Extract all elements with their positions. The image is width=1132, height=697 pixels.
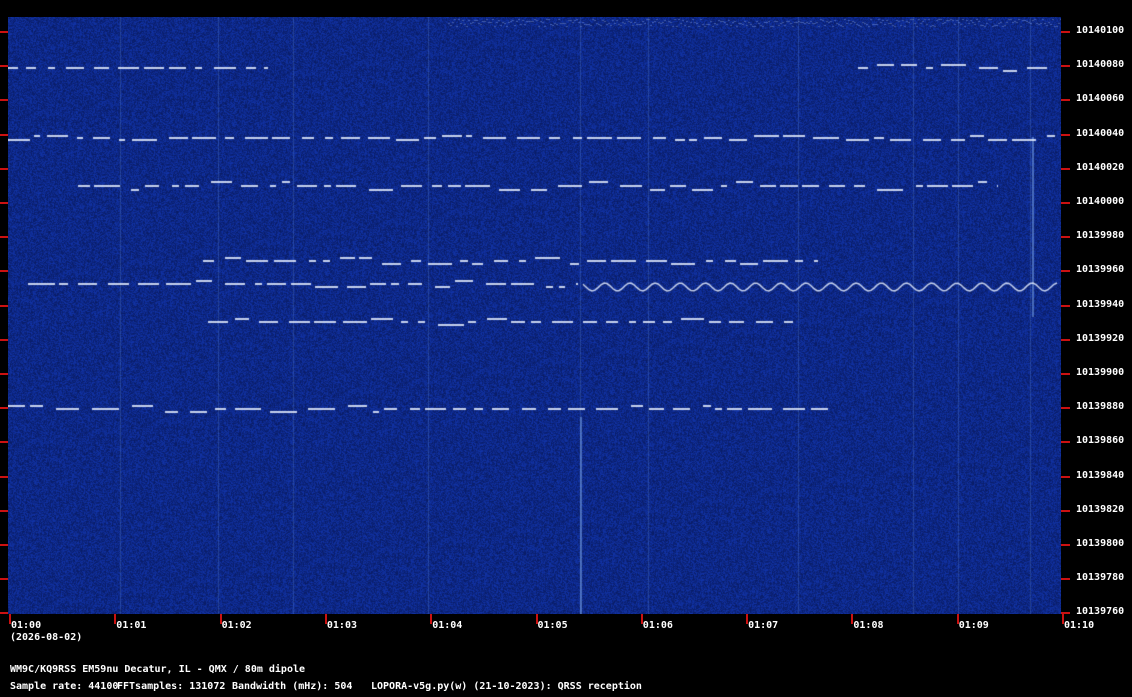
- frequency-tick-left: [0, 544, 8, 546]
- frequency-tick-right: [1061, 133, 1070, 136]
- time-label: 01:00: [11, 620, 42, 631]
- frequency-tick-right: [1061, 270, 1070, 273]
- frequency-tick-right: [1061, 236, 1070, 239]
- frequency-tick-left: [0, 133, 8, 136]
- frequency-label: 10140000: [1076, 196, 1125, 207]
- frequency-tick-left: [0, 441, 8, 444]
- frequency-tick-left: [0, 304, 8, 307]
- frequency-label: 10139960: [1076, 264, 1125, 276]
- frequency-tick-left: [0, 338, 8, 341]
- frequency-label: 10139860: [1076, 435, 1125, 447]
- sample-rate: Sample rate: 44100: [10, 681, 119, 692]
- time-label: 01:05: [537, 620, 568, 631]
- station-info: WM9C/KQ9RSS EM59nu Decatur, IL - QMX / 8…: [10, 664, 306, 675]
- frequency-tick-right: [1061, 407, 1070, 410]
- software-info: LOPORA-v5g.py(w) (21-10-2023): QRSS rece…: [371, 681, 642, 692]
- frequency-tick-left: [0, 65, 8, 68]
- frequency-tick-right: [1061, 373, 1070, 375]
- frequency-label: 10139840: [1076, 469, 1125, 481]
- frequency-tick-right: [1061, 475, 1070, 478]
- frequency-tick-right: [1061, 202, 1070, 204]
- frequency-label: 10139940: [1076, 298, 1125, 310]
- frequency-tick-left: [0, 612, 8, 615]
- frequency-label: 10140080: [1076, 59, 1125, 71]
- frequency-tick-left: [0, 407, 8, 410]
- frequency-tick-left: [0, 99, 8, 102]
- frequency-tick-left: [0, 270, 8, 273]
- frequency-tick-right: [1061, 509, 1070, 512]
- frequency-tick-left: [0, 475, 8, 478]
- frequency-tick-right: [1061, 31, 1070, 33]
- time-label: 01:06: [642, 620, 673, 631]
- time-label: 01:04: [432, 620, 463, 631]
- time-label: 01:01: [116, 620, 147, 631]
- frequency-tick-right: [1061, 578, 1070, 581]
- frequency-label: 10140040: [1076, 127, 1125, 139]
- frequency-label: 10140020: [1076, 161, 1125, 173]
- frequency-label: 10139900: [1076, 367, 1125, 378]
- frequency-tick-left: [0, 236, 8, 239]
- frequency-label: 10139920: [1076, 332, 1125, 344]
- time-label: 01:10: [1064, 620, 1095, 631]
- frequency-tick-left: [0, 373, 8, 375]
- frequency-label: 10140060: [1076, 93, 1125, 105]
- date-label: (2026-08-02): [10, 632, 83, 643]
- frequency-tick-left: [0, 509, 8, 512]
- time-label: 01:03: [326, 620, 357, 631]
- frequency-label: 10140100: [1076, 25, 1125, 36]
- frequency-tick-right: [1061, 544, 1070, 546]
- frequency-label: 10139800: [1076, 538, 1125, 549]
- bandwidth: Bandwidth (mHz): 504: [232, 681, 353, 692]
- waterfall-display[interactable]: [8, 17, 1061, 614]
- frequency-label: 10139980: [1076, 230, 1125, 242]
- frequency-tick-right: [1061, 441, 1070, 444]
- frequency-label: 10139780: [1076, 572, 1125, 584]
- frequency-tick-left: [0, 202, 8, 204]
- time-label: 01:08: [853, 620, 884, 631]
- frequency-tick-right: [1061, 65, 1070, 68]
- frequency-tick-left: [0, 578, 8, 581]
- frequency-tick-right: [1061, 99, 1070, 102]
- frequency-tick-right: [1061, 304, 1070, 307]
- fft-samples: FFTsamples: 131072: [117, 681, 226, 692]
- waterfall-canvas: [8, 17, 1061, 614]
- frequency-tick-right: [1061, 167, 1070, 170]
- time-label: 01:07: [748, 620, 779, 631]
- frequency-label: 10139820: [1076, 503, 1125, 515]
- frequency-tick-left: [0, 31, 8, 33]
- frequency-label: 10139880: [1076, 401, 1125, 413]
- time-label: 01:02: [221, 620, 252, 631]
- frequency-tick-right: [1061, 338, 1070, 341]
- time-label: 01:09: [958, 620, 989, 631]
- frequency-label: 10139760: [1076, 606, 1125, 618]
- frequency-tick-left: [0, 167, 8, 170]
